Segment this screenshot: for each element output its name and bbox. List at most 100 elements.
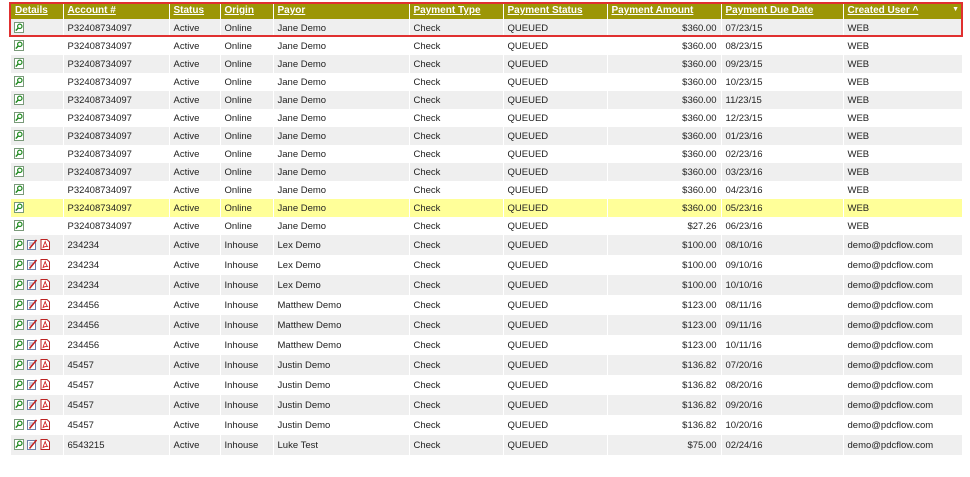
view-details-icon[interactable] <box>14 379 24 391</box>
due-date-cell: 10/10/16 <box>721 275 844 295</box>
pdf-icon[interactable] <box>40 439 50 451</box>
pdf-icon[interactable] <box>40 319 50 331</box>
table-row[interactable]: P32408734097 Active Online Jane Demo Check QU… <box>11 109 963 127</box>
due-date-cell: 08/10/16 <box>721 235 844 255</box>
edit-icon[interactable] <box>27 399 38 411</box>
col-header-payment-type[interactable]: Payment Type <box>409 2 504 19</box>
payor-cell: Matthew Demo <box>273 315 410 335</box>
payor-cell: Jane Demo <box>273 109 410 127</box>
table-row[interactable]: 234456 Active Inhouse Matthew Demo Check QUEU… <box>11 335 963 355</box>
status-cell: Active <box>169 91 221 109</box>
view-details-icon[interactable] <box>14 419 24 431</box>
pdf-icon[interactable] <box>40 399 50 411</box>
view-details-icon[interactable] <box>14 359 24 371</box>
table-row[interactable]: P32408734097 Active Online Jane Demo Check QU… <box>11 217 963 235</box>
edit-icon[interactable] <box>27 239 38 251</box>
due-date-cell: 10/11/16 <box>721 335 844 355</box>
edit-icon[interactable] <box>27 359 38 371</box>
created-user-cell: WEB <box>843 181 963 199</box>
edit-icon[interactable] <box>27 379 38 391</box>
col-header-account[interactable]: Account # <box>63 2 170 19</box>
col-header-payor[interactable]: Payor <box>273 2 410 19</box>
sort-desc-icon[interactable]: ▼ <box>952 6 959 13</box>
col-header-status[interactable]: Status <box>169 2 221 19</box>
view-details-icon[interactable] <box>14 166 24 178</box>
pdf-icon[interactable] <box>40 379 50 391</box>
view-details-icon[interactable] <box>14 58 24 70</box>
col-header-details[interactable]: Details <box>11 2 64 19</box>
origin-cell: Online <box>220 37 274 55</box>
origin-cell: Online <box>220 127 274 145</box>
status-cell: Active <box>169 295 221 315</box>
view-details-icon[interactable] <box>14 399 24 411</box>
details-cell <box>11 55 64 73</box>
edit-icon[interactable] <box>27 439 38 451</box>
edit-icon[interactable] <box>27 259 38 271</box>
payment-status-cell: QUEUED <box>503 315 608 335</box>
view-details-icon[interactable] <box>14 439 24 451</box>
col-header-payment-status[interactable]: Payment Status <box>503 2 608 19</box>
pdf-icon[interactable] <box>40 359 50 371</box>
pdf-icon[interactable] <box>40 299 50 311</box>
view-details-icon[interactable] <box>14 94 24 106</box>
view-details-icon[interactable] <box>14 339 24 351</box>
edit-icon[interactable] <box>27 319 38 331</box>
table-row[interactable]: P32408734097 Active Online Jane Demo Check QU… <box>11 73 963 91</box>
view-details-icon[interactable] <box>14 40 24 52</box>
pdf-icon[interactable] <box>40 279 50 291</box>
table-row[interactable]: 234234 Active Inhouse Lex Demo Check QUEUED $1… <box>11 255 963 275</box>
view-details-icon[interactable] <box>14 22 24 34</box>
table-row[interactable]: 234234 Active Inhouse Lex Demo Check QUEUED $1… <box>11 235 963 255</box>
view-details-icon[interactable] <box>14 130 24 142</box>
edit-icon[interactable] <box>27 419 38 431</box>
view-details-icon[interactable] <box>14 239 24 251</box>
table-row[interactable]: 234456 Active Inhouse Matthew Demo Check QUEU… <box>11 295 963 315</box>
table-row[interactable]: 45457 Active Inhouse Justin Demo Check QUEUED… <box>11 355 963 375</box>
table-row[interactable]: P32408734097 Active Online Jane Demo Check QU… <box>11 199 963 217</box>
pdf-icon[interactable] <box>40 239 50 251</box>
table-row[interactable]: 45457 Active Inhouse Justin Demo Check QUEUED… <box>11 375 963 395</box>
view-details-icon[interactable] <box>14 202 24 214</box>
table-row[interactable]: P32408734097 Active Online Jane Demo Check QU… <box>11 163 963 181</box>
table-row[interactable]: P32408734097 Active Online Jane Demo Check QU… <box>11 145 963 163</box>
table-row[interactable]: P32408734097 Active Online Jane Demo Check QU… <box>11 127 963 145</box>
view-details-icon[interactable] <box>14 220 24 232</box>
table-row[interactable]: 6543215 Active Inhouse Luke Test Check QUEUED… <box>11 435 963 455</box>
col-header-payment-due-date[interactable]: Payment Due Date <box>721 2 844 19</box>
pdf-icon[interactable] <box>40 339 50 351</box>
table-row[interactable]: P32408734097 Active Online Jane Demo Check QU… <box>11 19 963 37</box>
table-row[interactable]: P32408734097 Active Online Jane Demo Check QU… <box>11 91 963 109</box>
table-row[interactable]: 234456 Active Inhouse Matthew Demo Check QUEU… <box>11 315 963 335</box>
status-cell: Active <box>169 335 221 355</box>
view-details-icon[interactable] <box>14 184 24 196</box>
edit-icon[interactable] <box>27 299 38 311</box>
payment-status-cell: QUEUED <box>503 275 608 295</box>
table-row[interactable]: 45457 Active Inhouse Justin Demo Check QUEUED… <box>11 395 963 415</box>
origin-cell: Online <box>220 163 274 181</box>
pdf-icon[interactable] <box>40 259 50 271</box>
view-details-icon[interactable] <box>14 319 24 331</box>
table-row[interactable]: 45457 Active Inhouse Justin Demo Check QUEUED… <box>11 415 963 435</box>
col-header-created-user[interactable]: Created User ^ ▼ <box>843 2 962 19</box>
view-details-icon[interactable] <box>14 299 24 311</box>
col-header-payment-amount[interactable]: Payment Amount <box>607 2 722 19</box>
view-details-icon[interactable] <box>14 148 24 160</box>
table-row[interactable]: P32408734097 Active Online Jane Demo Check QU… <box>11 55 963 73</box>
table-row[interactable]: P32408734097 Active Online Jane Demo Check QU… <box>11 37 963 55</box>
view-details-icon[interactable] <box>14 259 24 271</box>
payment-amount-cell: $360.00 <box>607 145 722 163</box>
status-cell: Active <box>169 235 221 255</box>
edit-icon[interactable] <box>27 279 38 291</box>
view-details-icon[interactable] <box>14 112 24 124</box>
col-header-origin[interactable]: Origin <box>220 2 274 19</box>
table-row[interactable]: P32408734097 Active Online Jane Demo Check QU… <box>11 181 963 199</box>
table-row[interactable]: 234234 Active Inhouse Lex Demo Check QUEUED $1… <box>11 275 963 295</box>
pdf-icon[interactable] <box>40 419 50 431</box>
edit-icon[interactable] <box>27 339 38 351</box>
view-details-icon[interactable] <box>14 279 24 291</box>
created-user-cell: WEB <box>843 163 963 181</box>
account-cell: P32408734097 <box>63 55 170 73</box>
origin-cell: Inhouse <box>220 395 274 415</box>
payor-cell: Jane Demo <box>273 199 410 217</box>
view-details-icon[interactable] <box>14 76 24 88</box>
